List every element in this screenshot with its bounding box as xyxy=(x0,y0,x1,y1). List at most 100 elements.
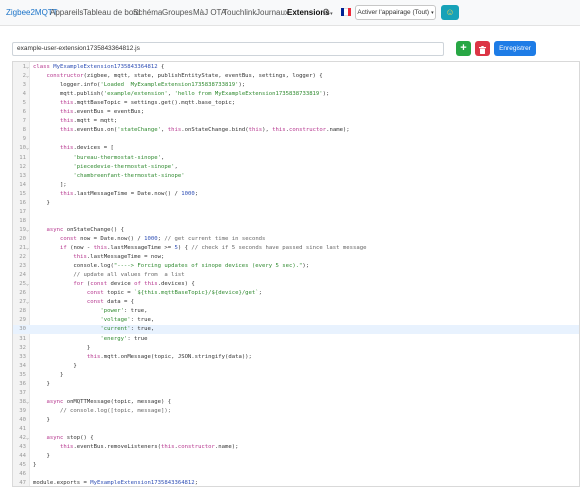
code-line[interactable]: 33 this.mqtt.onMessage(topic, JSON.strin… xyxy=(13,353,579,362)
code-line[interactable]: 28 'power': true, xyxy=(13,307,579,316)
code-line[interactable]: 35 } xyxy=(13,371,579,380)
code-text: module.exports = MyExampleExtension17358… xyxy=(33,480,199,487)
code-text: 'power': true, xyxy=(100,308,148,315)
code-line[interactable]: 36 } xyxy=(13,380,579,389)
code-line[interactable]: 41 xyxy=(13,425,579,434)
fold-chevron-icon[interactable]: ⌄ xyxy=(26,280,30,289)
code-line[interactable]: 39 // console.log([topic, message]); xyxy=(13,407,579,416)
code-line[interactable]: 2 ⌄ constructor(zigbee, mqtt, state, publ… xyxy=(13,72,579,81)
nav-schema[interactable]: Schéma xyxy=(133,8,162,17)
code-line[interactable]: 9 xyxy=(13,135,579,144)
code-line[interactable]: 14 ]; xyxy=(13,181,579,190)
code-text: } xyxy=(33,199,50,206)
fold-chevron-icon[interactable]: ⌄ xyxy=(26,434,30,443)
code-line[interactable]: 26 const topic = `${this.mqttBaseTopic}/… xyxy=(13,289,579,298)
code-line[interactable]: 17 xyxy=(13,208,579,217)
top-navbar: Zigbee2MQTT Appareils Tableau de bord Sc… xyxy=(0,0,580,26)
code-line[interactable]: 29 'voltage': true, xyxy=(13,316,579,325)
code-line[interactable]: 32 } xyxy=(13,344,579,353)
nav-journaux[interactable]: Journaux xyxy=(256,8,289,17)
code-line[interactable]: 37 xyxy=(13,389,579,398)
code-text: } xyxy=(33,416,50,423)
code-line[interactable]: 4 mqtt.publish('example/extension', 'hel… xyxy=(13,90,579,99)
nav-appareils[interactable]: Appareils xyxy=(50,8,83,17)
code-line[interactable]: 18 xyxy=(13,217,579,226)
line-number: 17 xyxy=(19,208,26,215)
code-text: // update all values from a list xyxy=(73,272,185,279)
line-number: 45 xyxy=(19,462,26,469)
code-text: this.mqttBaseTopic = settings.get().mqtt… xyxy=(59,100,236,107)
fold-chevron-icon[interactable]: ⌄ xyxy=(26,63,30,72)
code-text: this.devices = [ xyxy=(59,145,114,152)
code-line[interactable]: 47 module.exports = MyExampleExtension173… xyxy=(13,479,579,487)
gear-icon[interactable]: ⚙▾ xyxy=(322,7,333,18)
code-line[interactable]: 43 this.eventBus.removeListeners(this.co… xyxy=(13,443,579,452)
code-line[interactable]: 42 ⌄ async stop() { xyxy=(13,434,579,443)
delete-extension-button[interactable] xyxy=(475,41,490,56)
filename-input[interactable]: example-user-extension1735843364812.js xyxy=(12,42,444,56)
code-line[interactable]: 12 'piecedevie-thermostat-sinope', xyxy=(13,163,579,172)
code-line[interactable]: 40 } xyxy=(13,416,579,425)
fold-chevron-icon[interactable]: ⌄ xyxy=(26,398,30,407)
code-editor[interactable]: 1 ⌄ class MyExampleExtension1735843364812 … xyxy=(12,61,580,487)
code-line[interactable]: 44 } xyxy=(13,452,579,461)
code-line[interactable]: 5 this.mqttBaseTopic = settings.get().mq… xyxy=(13,99,579,108)
code-line[interactable]: 45} xyxy=(13,461,579,470)
add-extension-button[interactable]: + xyxy=(456,41,471,56)
code-line[interactable]: 34 } xyxy=(13,362,579,371)
fold-chevron-icon[interactable]: ⌄ xyxy=(26,144,30,153)
code-line[interactable]: 46 xyxy=(13,470,579,479)
code-line[interactable]: 16 } xyxy=(13,199,579,208)
code-line[interactable]: 6 this.eventBus = eventBus; xyxy=(13,108,579,117)
code-line[interactable]: 13 'chambreenfant-thermostat-sinope' xyxy=(13,172,579,181)
code-line[interactable]: 1 ⌄ class MyExampleExtension1735843364812 … xyxy=(13,63,579,72)
french-flag-icon[interactable] xyxy=(341,8,351,16)
line-number: 6 xyxy=(22,109,26,116)
code-line[interactable]: 27 ⌄ const data = { xyxy=(13,298,579,307)
line-number: 14 xyxy=(19,181,26,188)
code-line[interactable]: 22 this.lastMessageTime = now; xyxy=(13,253,579,262)
save-button[interactable]: Enregistrer xyxy=(494,41,536,56)
code-line[interactable]: 7 this.mqtt = mqtt; xyxy=(13,117,579,126)
code-line[interactable]: 31 'energy': true xyxy=(13,335,579,344)
line-number: 10 xyxy=(19,145,26,152)
code-line[interactable]: 19 ⌄ async onStateChange() { xyxy=(13,226,579,235)
nav-maj-ota[interactable]: MàJ OTA xyxy=(193,8,226,17)
code-text: } xyxy=(33,362,77,369)
code-text: 'bureau-thermostat-sinope', xyxy=(73,154,165,161)
fold-chevron-icon[interactable]: ⌄ xyxy=(26,226,30,235)
fold-chevron-icon[interactable]: ⌄ xyxy=(26,72,30,81)
code-line[interactable]: 3 logger.info('Loaded MyExampleExtension… xyxy=(13,81,579,90)
smiley-icon[interactable]: ☺ xyxy=(441,5,459,20)
nav-groupes[interactable]: Groupes xyxy=(162,8,193,17)
code-line[interactable]: 8 this.eventBus.on('stateChange', this.o… xyxy=(13,126,579,135)
line-number: 29 xyxy=(19,317,26,324)
code-line[interactable]: 25 ⌄ for (const device of this.devices) { xyxy=(13,280,579,289)
line-number: 20 xyxy=(19,235,26,242)
code-line[interactable]: 15 this.lastMessageTime = Date.now() / 1… xyxy=(13,190,579,199)
code-line[interactable]: 11 'bureau-thermostat-sinope', xyxy=(13,154,579,163)
line-number: 8 xyxy=(22,127,26,134)
fold-chevron-icon[interactable]: ⌄ xyxy=(26,244,30,253)
permit-join-button[interactable]: Activer l'appairage (Tout) ▾ xyxy=(355,5,436,20)
nav-tableau-de-bord[interactable]: Tableau de bord xyxy=(83,8,140,17)
code-line[interactable]: 30 'current': true, xyxy=(13,325,579,335)
code-text: 'current': true, xyxy=(100,326,155,333)
code-text: console.log("----> Forcing updates of si… xyxy=(33,263,310,270)
fold-chevron-icon[interactable]: ⌄ xyxy=(26,298,30,307)
line-number: 47 xyxy=(19,480,26,487)
code-line[interactable]: 23 console.log("----> Forcing updates of… xyxy=(13,262,579,271)
line-number: 37 xyxy=(19,389,26,396)
line-number: 1 xyxy=(22,64,26,70)
nav-touchlink[interactable]: Touchlink xyxy=(223,8,256,17)
code-line[interactable]: 24 // update all values from a list xyxy=(13,271,579,280)
code-line[interactable]: 38 ⌄ async onMQTTMessage(topic, message) … xyxy=(13,398,579,407)
code-line[interactable]: 21 ⌄ if (now - this.lastMessageTime >= 5)… xyxy=(13,244,579,253)
code-text: mqtt.publish('example/extension', 'hello… xyxy=(33,91,330,98)
line-number: 34 xyxy=(19,362,26,369)
line-number: 31 xyxy=(19,335,26,342)
code-line[interactable]: 10 ⌄ this.devices = [ xyxy=(13,144,579,153)
code-line[interactable]: 20 const now = Date.now() / 1000; // get… xyxy=(13,235,579,244)
code-text: if (now - this.lastMessageTime >= 5) { /… xyxy=(59,245,367,251)
line-number: 36 xyxy=(19,380,26,387)
